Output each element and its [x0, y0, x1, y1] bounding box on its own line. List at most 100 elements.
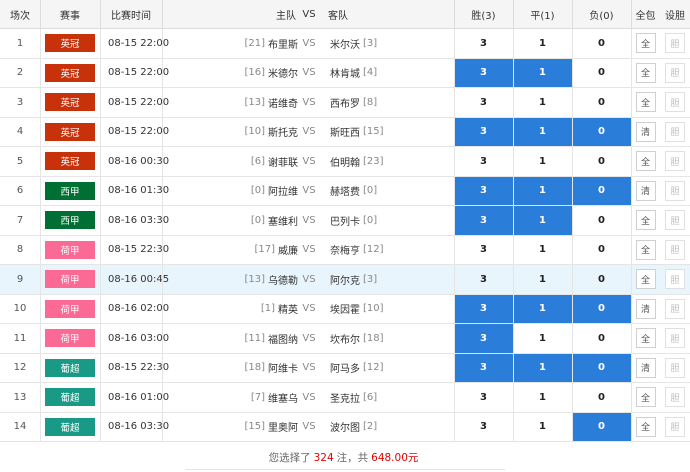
option-win[interactable]: 3: [454, 265, 513, 294]
league-badge[interactable]: 英冠: [45, 152, 95, 171]
banker-button[interactable]: 胆: [665, 33, 685, 54]
banker-cell: 胆: [660, 88, 690, 117]
home-rank: [16]: [244, 67, 265, 79]
option-lose[interactable]: 0: [572, 117, 631, 146]
option-lose[interactable]: 0: [572, 324, 631, 353]
option-draw[interactable]: 1: [513, 206, 572, 235]
option-win[interactable]: 3: [454, 29, 513, 58]
select-all-button[interactable]: 全: [635, 269, 656, 290]
row-index: 6: [16, 185, 24, 197]
option-lose[interactable]: 0: [572, 236, 631, 265]
banker-cell: 胆: [660, 147, 690, 176]
option-win[interactable]: 3: [454, 147, 513, 176]
league-badge[interactable]: 荷甲: [45, 299, 95, 318]
league-badge[interactable]: 葡超: [45, 388, 95, 407]
option-lose[interactable]: 0: [572, 265, 631, 294]
option-lose[interactable]: 0: [572, 176, 631, 205]
table-row: 14 葡超 08-16 03:30 [15] 里奥阿 VS 波尔图 [2] 3 1 0 全胆: [0, 412, 690, 442]
select-all-button[interactable]: 全: [635, 92, 656, 113]
option-lose[interactable]: 0: [572, 383, 631, 412]
home-team-cell: [6] 谢菲联: [162, 147, 298, 176]
option-draw[interactable]: 1: [513, 413, 572, 442]
select-all-button[interactable]: 全: [635, 151, 656, 172]
away-rank: [6]: [363, 391, 378, 403]
table-row: 9 荷甲 08-16 00:45 [13] 乌德勒 VS 阿尔克 [3] 3 1 0 全胆: [0, 265, 690, 295]
banker-button[interactable]: 胆: [665, 298, 685, 319]
home-team-cell: [21] 布里斯: [162, 29, 298, 58]
option-draw[interactable]: 1: [513, 236, 572, 265]
league-badge[interactable]: 英冠: [45, 93, 95, 112]
banker-button[interactable]: 胆: [665, 62, 685, 83]
league-badge[interactable]: 荷甲: [45, 329, 95, 348]
option-win[interactable]: 3: [454, 236, 513, 265]
select-all-button[interactable]: 全: [635, 239, 656, 260]
option-win[interactable]: 3: [454, 88, 513, 117]
league-badge[interactable]: 英冠: [45, 122, 95, 141]
league-badge[interactable]: 荷甲: [45, 240, 95, 259]
option-lose[interactable]: 0: [572, 147, 631, 176]
option-win[interactable]: 3: [454, 206, 513, 235]
option-draw[interactable]: 1: [513, 147, 572, 176]
all-cell: 全: [631, 413, 660, 442]
vs-label: VS: [302, 155, 316, 167]
select-all-button[interactable]: 全: [635, 416, 656, 437]
away-rank: [8]: [363, 96, 378, 108]
league-badge[interactable]: 荷甲: [45, 270, 95, 289]
banker-button[interactable]: 胆: [665, 151, 685, 172]
option-draw[interactable]: 1: [513, 265, 572, 294]
option-draw[interactable]: 1: [513, 29, 572, 58]
option-win[interactable]: 3: [454, 176, 513, 205]
option-lose[interactable]: 0: [572, 294, 631, 323]
league-badge[interactable]: 英冠: [45, 34, 95, 53]
select-all-button[interactable]: 清: [635, 180, 656, 201]
option-win[interactable]: 3: [454, 353, 513, 382]
select-all-button[interactable]: 全: [635, 387, 656, 408]
option-draw[interactable]: 1: [513, 117, 572, 146]
option-draw[interactable]: 1: [513, 176, 572, 205]
home-rank: [11]: [244, 332, 265, 344]
banker-button[interactable]: 胆: [665, 180, 685, 201]
option-lose[interactable]: 0: [572, 59, 631, 88]
select-all-button[interactable]: 清: [635, 298, 656, 319]
select-all-button[interactable]: 全: [635, 62, 656, 83]
banker-button[interactable]: 胆: [665, 387, 685, 408]
option-lose[interactable]: 0: [572, 206, 631, 235]
option-win[interactable]: 3: [454, 294, 513, 323]
banker-button[interactable]: 胆: [665, 121, 685, 142]
banker-button[interactable]: 胆: [665, 269, 685, 290]
banker-button[interactable]: 胆: [665, 328, 685, 349]
option-lose[interactable]: 0: [572, 412, 631, 441]
option-draw[interactable]: 1: [513, 294, 572, 323]
league-badge[interactable]: 西甲: [45, 181, 95, 200]
home-rank: [10]: [244, 126, 265, 138]
league-badge[interactable]: 葡超: [45, 358, 95, 377]
select-all-button[interactable]: 清: [635, 357, 656, 378]
option-draw[interactable]: 1: [513, 353, 572, 382]
select-all-button[interactable]: 清: [635, 121, 656, 142]
option-win[interactable]: 3: [454, 58, 513, 87]
option-win[interactable]: 3: [454, 383, 513, 412]
option-draw[interactable]: 1: [513, 383, 572, 412]
banker-button[interactable]: 胆: [665, 239, 685, 260]
banker-button[interactable]: 胆: [665, 357, 685, 378]
league-badge[interactable]: 英冠: [45, 63, 95, 82]
option-lose[interactable]: 0: [572, 29, 631, 58]
banker-cell: 胆: [660, 295, 690, 324]
banker-button[interactable]: 胆: [665, 416, 685, 437]
option-draw[interactable]: 1: [513, 88, 572, 117]
option-win[interactable]: 3: [454, 324, 513, 353]
select-all-button[interactable]: 全: [635, 33, 656, 54]
option-draw[interactable]: 1: [513, 58, 572, 87]
option-lose[interactable]: 0: [572, 353, 631, 382]
option-win[interactable]: 3: [454, 117, 513, 146]
select-all-button[interactable]: 全: [635, 210, 656, 231]
option-draw[interactable]: 1: [513, 324, 572, 353]
league-badge[interactable]: 西甲: [45, 211, 95, 230]
banker-button[interactable]: 胆: [665, 92, 685, 113]
option-lose[interactable]: 0: [572, 88, 631, 117]
league-badge[interactable]: 葡超: [45, 417, 95, 436]
option-win[interactable]: 3: [454, 413, 513, 442]
banker-button[interactable]: 胆: [665, 210, 685, 231]
select-all-button[interactable]: 全: [635, 328, 656, 349]
match-time: 08-15 22:00: [108, 126, 170, 138]
